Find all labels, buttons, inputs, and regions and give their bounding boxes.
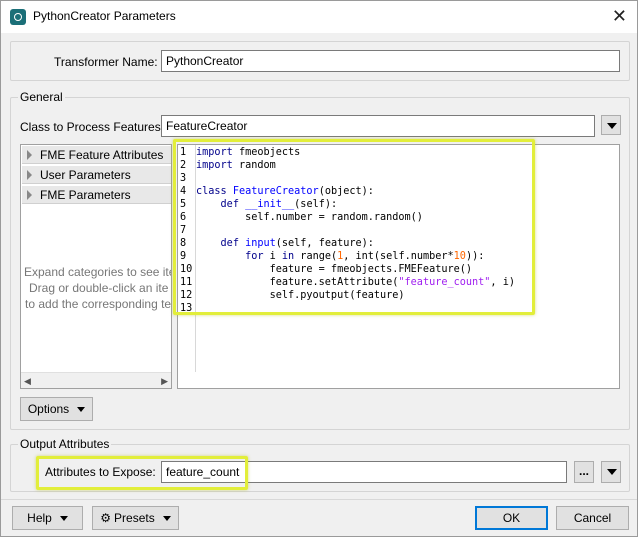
options-button[interactable]: Options	[20, 397, 93, 421]
tree-hint-line: to add the corresponding te	[25, 297, 172, 311]
chevron-down-icon	[59, 516, 68, 522]
chevron-down-icon	[77, 407, 86, 413]
scroll-right-icon[interactable]: ▶	[161, 376, 168, 387]
expand-arrow-icon[interactable]	[27, 190, 32, 200]
transformer-name-input[interactable]: PythonCreator	[161, 50, 620, 72]
expand-arrow-icon[interactable]	[27, 150, 32, 160]
expose-highlight-box	[36, 456, 248, 490]
parameters-dialog: PythonCreator Parameters ✕ Transformer N…	[0, 0, 638, 537]
app-icon	[10, 9, 26, 25]
scroll-left-icon[interactable]: ◀	[24, 376, 31, 387]
window-title: PythonCreator Parameters	[33, 9, 176, 23]
tree-item-fme-parameters[interactable]: FME Parameters	[22, 186, 171, 204]
cancel-button[interactable]: Cancel	[556, 506, 629, 530]
close-icon[interactable]: ✕	[612, 5, 627, 27]
tree-item-label: FME Feature Attributes	[40, 148, 164, 162]
tree-item-label: FME Parameters	[40, 188, 131, 202]
ok-button[interactable]: OK	[475, 506, 548, 530]
help-button[interactable]: Help	[12, 506, 83, 530]
options-button-label: Options	[27, 402, 70, 416]
class-label: Class to Process Features:	[20, 120, 165, 134]
presets-button[interactable]: ⚙ Presets	[92, 506, 179, 530]
tree-item-fme-feature-attributes[interactable]: FME Feature Attributes	[22, 146, 171, 164]
parameter-tree: FME Feature Attributes User Parameters F…	[20, 144, 172, 389]
tree-item-user-parameters[interactable]: User Parameters	[22, 166, 171, 184]
general-group-title: General	[18, 90, 65, 104]
expose-dropdown-button[interactable]	[601, 461, 621, 483]
tree-horizontal-scrollbar[interactable]: ◀ ▶	[21, 372, 171, 388]
editor-horizontal-scrollbar[interactable]	[178, 372, 619, 388]
tree-item-label: User Parameters	[40, 168, 131, 182]
chevron-down-icon	[162, 516, 171, 522]
code-highlight-box	[173, 139, 535, 315]
output-group-title: Output Attributes	[18, 437, 112, 451]
ellipsis-button[interactable]: ...	[574, 461, 594, 483]
gear-icon: ⚙	[100, 511, 112, 525]
class-dropdown-button[interactable]	[601, 115, 621, 135]
class-input[interactable]: FeatureCreator	[161, 115, 595, 137]
transformer-name-label: Transformer Name:	[54, 55, 158, 69]
tree-hint-line: Drag or double-click an ite	[29, 281, 169, 295]
expand-arrow-icon[interactable]	[27, 170, 32, 180]
footer-separator	[1, 499, 637, 500]
presets-button-label: Presets	[114, 511, 155, 525]
tree-hint-line: Expand categories to see ite	[24, 265, 172, 279]
help-button-label: Help	[27, 511, 52, 525]
title-bar: PythonCreator Parameters ✕	[1, 1, 637, 33]
